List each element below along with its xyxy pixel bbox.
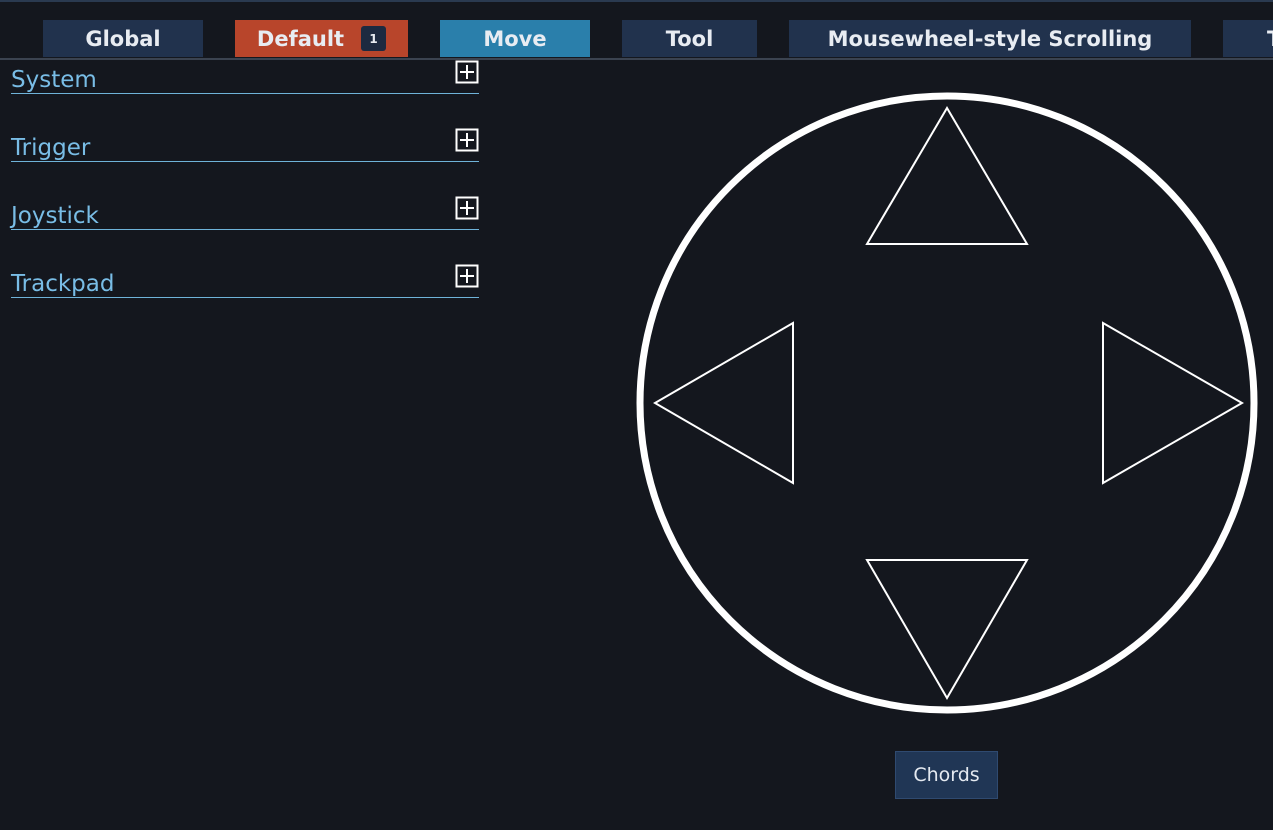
chords-button[interactable]: Chords bbox=[895, 751, 998, 799]
controller-config-window: Global Default 1 Move Tool Mousewheel-st… bbox=[0, 0, 1273, 830]
tab-default[interactable]: Default 1 bbox=[235, 20, 408, 57]
dpad-outline-circle bbox=[636, 92, 1258, 714]
tab-tool-label: Tool bbox=[665, 26, 714, 51]
tab-mousewheel-scrolling[interactable]: Mousewheel-style Scrolling bbox=[789, 20, 1191, 57]
tab-move[interactable]: Move bbox=[440, 20, 590, 57]
dpad-diagram bbox=[636, 92, 1258, 714]
plus-square-icon[interactable] bbox=[455, 196, 479, 220]
dpad-up-arrow[interactable] bbox=[865, 106, 1029, 245]
plus-square-icon[interactable] bbox=[455, 60, 479, 84]
dpad-left-arrow[interactable] bbox=[653, 321, 794, 485]
tab-mousewheel-scrolling-label: Mousewheel-style Scrolling bbox=[827, 26, 1153, 51]
section-trackpad[interactable]: Trackpad bbox=[11, 264, 479, 298]
section-trigger[interactable]: Trigger bbox=[11, 128, 479, 162]
dpad-down-arrow[interactable] bbox=[865, 559, 1029, 700]
section-trackpad-label: Trackpad bbox=[11, 271, 115, 297]
tab-overflow-label: T bbox=[1267, 27, 1273, 51]
tab-global[interactable]: Global bbox=[43, 20, 203, 57]
section-joystick[interactable]: Joystick bbox=[11, 196, 479, 230]
dpad-right-arrow[interactable] bbox=[1102, 321, 1245, 485]
tab-overflow[interactable]: T bbox=[1223, 20, 1273, 57]
section-joystick-label: Joystick bbox=[11, 203, 99, 229]
tab-move-label: Move bbox=[483, 26, 547, 51]
chords-button-label: Chords bbox=[913, 764, 980, 786]
plus-square-icon[interactable] bbox=[455, 264, 479, 288]
section-trigger-label: Trigger bbox=[11, 135, 91, 161]
tab-global-label: Global bbox=[85, 26, 161, 51]
tab-tool[interactable]: Tool bbox=[622, 20, 757, 57]
action-set-tabbar: Global Default 1 Move Tool Mousewheel-st… bbox=[0, 20, 1273, 60]
plus-square-icon[interactable] bbox=[455, 128, 479, 152]
section-system-label: System bbox=[11, 67, 97, 93]
tab-default-badge: 1 bbox=[361, 26, 387, 51]
section-system[interactable]: System bbox=[11, 60, 479, 94]
tab-default-label: Default bbox=[256, 26, 345, 51]
